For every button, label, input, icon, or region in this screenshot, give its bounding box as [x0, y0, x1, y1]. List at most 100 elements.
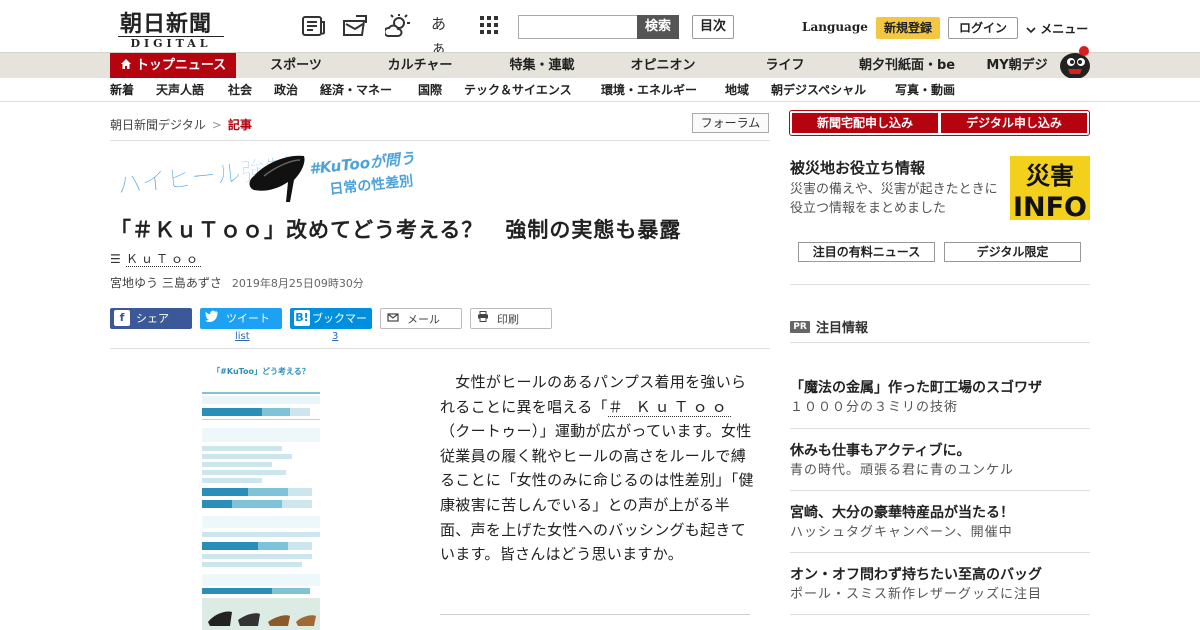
asahi-digital-logo[interactable]: 朝日新聞 DIGITAL	[112, 6, 230, 50]
menu-label: メニュー	[1040, 22, 1089, 36]
nav-opinion[interactable]: オピニオン	[620, 53, 706, 79]
nav-special[interactable]: 朝デジスペシャル	[771, 78, 866, 102]
secondary-nav: 新着 天声人語 社会 政治 経済・マネー 国際 テック＆サイエンス 環境・エネル…	[0, 78, 1200, 102]
nav-tech-science[interactable]: テック＆サイエンス	[464, 78, 572, 102]
breadcrumb-home[interactable]: 朝日新聞デジタル	[110, 118, 206, 132]
mail-icon	[385, 311, 401, 327]
nav-latest[interactable]: 新着	[110, 78, 134, 102]
register-button[interactable]: 新規登録	[876, 17, 940, 39]
pr-section-header: PR 注目情報	[790, 316, 1090, 336]
survey-infographic[interactable]: 「#KuToo」どう考える？	[202, 364, 320, 630]
pr-item-description: ハッシュタグキャンペーン、開催中	[790, 525, 1013, 540]
nav-top-news[interactable]: トップニュース	[110, 53, 236, 79]
badge-bottom-text: INFO	[1013, 192, 1087, 220]
divider	[790, 428, 1090, 429]
pr-item-title: 休みも仕事もアクティブに。	[790, 443, 971, 459]
breadcrumb: 朝日新聞デジタル > 記事	[110, 116, 252, 133]
kutoo-topic-link[interactable]: ＃ ＫｕＴｏｏ	[607, 397, 731, 417]
toc-button[interactable]: 目次	[692, 15, 734, 39]
print-button[interactable]: 印刷	[470, 308, 552, 329]
infographic-title: 「#KuToo」どう考える？	[212, 366, 310, 376]
search-input[interactable]	[518, 15, 638, 39]
newspaper-icon[interactable]	[301, 14, 327, 38]
menu-button[interactable]: メニュー	[1026, 20, 1088, 37]
hatena-bookmark-button[interactable]: B! ブックマーク	[290, 308, 372, 346]
digital-subscribe-button[interactable]: デジタル申し込み	[941, 113, 1087, 133]
twitter-list-link[interactable]: list	[235, 331, 250, 342]
nav-life[interactable]: ライフ	[752, 53, 818, 79]
pr-list-item[interactable]: オン・オフ問わず持ちたい至高のバッグ ポール・スミス新作レザーグッズに注目	[790, 565, 1090, 605]
divider	[110, 348, 770, 349]
breadcrumb-current: 記事	[227, 118, 252, 132]
pr-badge: PR	[790, 320, 810, 333]
list-icon: ☰	[110, 252, 121, 266]
banner-subtitle-2: 日常の性差別	[329, 172, 414, 198]
divider	[790, 342, 1090, 343]
subscribe-box: 新聞宅配申し込み デジタル申し込み	[789, 110, 1090, 136]
article-title: 「＃ＫｕＴｏｏ」改めてどう考える？ 強制の実態も暴露	[110, 218, 682, 242]
article-body: 女性がヒールのあるパンプス着用を強いられることに異を唱える「＃ ＫｕＴｏｏ（クー…	[440, 370, 760, 567]
grid-menu-icon[interactable]	[478, 14, 504, 38]
home-icon	[120, 59, 131, 69]
weather-icon[interactable]	[385, 14, 411, 38]
share-label: シェア	[136, 312, 169, 325]
nav-economy[interactable]: 経済・マネー	[320, 78, 392, 102]
disaster-info-badge[interactable]: 災害 INFO	[1010, 156, 1090, 220]
search-button[interactable]: 検索	[637, 15, 679, 39]
print-label: 印刷	[497, 313, 519, 326]
font-size-icon[interactable]: あぁ	[431, 12, 457, 57]
nav-sports[interactable]: スポーツ	[256, 53, 336, 79]
nav-society[interactable]: 社会	[228, 78, 252, 102]
byline: 宮地ゆう 三島あずさ 2019年8月25日09時30分	[110, 274, 364, 291]
chevron-down-icon	[1026, 26, 1036, 33]
nav-print-edition[interactable]: 朝夕刊紙面・be	[855, 53, 959, 79]
forum-button[interactable]: フォーラム	[692, 113, 769, 133]
pr-section-title: 注目情報	[816, 321, 869, 336]
nav-label: トップニュース	[135, 58, 227, 73]
pr-item-description: １０００分の３ミリの技術	[790, 400, 959, 415]
pr-list-item[interactable]: 宮崎、大分の豪華特産品が当たる！ ハッシュタグキャンペーン、開催中	[790, 503, 1090, 543]
facebook-icon: f	[114, 310, 130, 326]
primary-nav: トップニュース スポーツ カルチャー 特集・連載 オピニオン ライフ 朝夕刊紙面…	[0, 52, 1200, 79]
nav-culture[interactable]: カルチャー	[375, 53, 465, 79]
badge-top-text: 災害	[1026, 162, 1074, 190]
authors: 宮地ゆう 三島あずさ	[110, 276, 222, 290]
topic-label: ＫｕＴｏｏ	[126, 252, 202, 267]
twitter-share-button[interactable]: ツイート	[200, 308, 282, 329]
nav-photo-video[interactable]: 写真・動画	[895, 78, 955, 102]
divider	[790, 552, 1090, 553]
hatena-icon: B!	[294, 310, 310, 326]
bookmark-count[interactable]: 3	[332, 331, 338, 342]
disaster-info-title[interactable]: 被災地お役立ち情報	[790, 157, 925, 178]
paid-news-button[interactable]: 注目の有料ニュース	[798, 242, 935, 262]
facebook-share-button[interactable]: f シェア	[110, 308, 192, 329]
body-text-end: （クートゥー）」運動が広がっています。女性従業員の履く靴やヒールの高さをルールで…	[440, 422, 754, 564]
divider	[440, 614, 750, 615]
divider	[790, 284, 1090, 285]
login-button[interactable]: ログイン	[948, 17, 1018, 39]
nav-my-asadigi[interactable]: MY朝デジ	[982, 53, 1052, 79]
nav-region[interactable]: 地域	[725, 78, 749, 102]
nav-environment[interactable]: 環境・エネルギー	[601, 78, 697, 102]
pr-item-title: 「魔法の金属」作った町工場のスゴワザ	[790, 380, 1042, 396]
pr-list-item[interactable]: 休みも仕事もアクティブに。 青の時代。頑張る君に青のユンケル	[790, 441, 1090, 481]
pr-item-title: オン・オフ問わず持ちたい至高のバッグ	[790, 567, 1042, 583]
pr-list-item[interactable]: 「魔法の金属」作った町工場のスゴワザ １０００分の３ミリの技術	[790, 378, 1090, 418]
divider	[790, 490, 1090, 491]
nav-tenseijingo[interactable]: 天声人語	[156, 78, 204, 102]
nav-international[interactable]: 国際	[418, 78, 442, 102]
series-banner[interactable]: ハイヒール強制 #KuTooが問う 日常の性差別	[114, 146, 444, 206]
survey-chart-image: 「#KuToo」どう考える？	[202, 364, 320, 630]
topic-tag[interactable]: ☰ ＫｕＴｏｏ	[110, 250, 202, 267]
mail-share-button[interactable]: メール	[380, 308, 462, 329]
nav-politics[interactable]: 政治	[274, 78, 298, 102]
newspaper-subscribe-button[interactable]: 新聞宅配申し込み	[792, 113, 938, 133]
digital-only-button[interactable]: デジタル限定	[944, 242, 1081, 262]
pr-item-description: 青の時代。頑張る君に青のユンケル	[790, 463, 1015, 478]
breadcrumb-separator: >	[211, 118, 222, 132]
language-link[interactable]: Language	[802, 20, 868, 34]
mail-news-icon[interactable]	[342, 14, 368, 38]
logo-main-text: 朝日新聞	[120, 11, 213, 37]
logo-sub-text: DIGITAL	[118, 36, 224, 50]
nav-features[interactable]: 特集・連載	[497, 53, 587, 79]
